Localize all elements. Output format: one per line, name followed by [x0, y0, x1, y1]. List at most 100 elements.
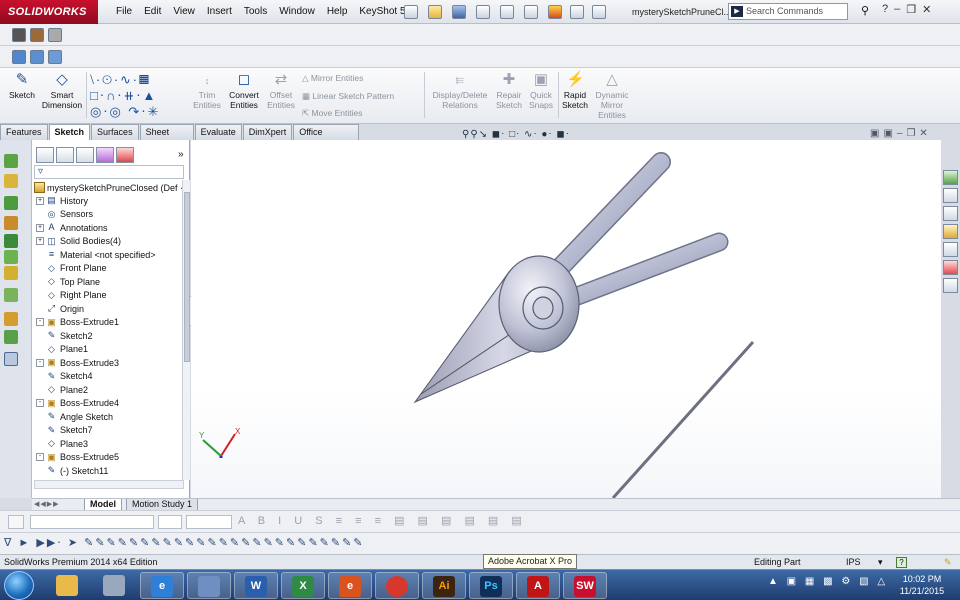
folder-icon[interactable] [943, 224, 958, 239]
tab-dimxpert[interactable]: DimXpert [242, 124, 293, 140]
menu-file[interactable]: File [110, 0, 138, 24]
help-icon[interactable]: ? [882, 3, 888, 21]
tab-scroll-arrows[interactable]: ◀◀▶▶ [34, 500, 60, 508]
units-dropdown[interactable]: IPS [846, 555, 861, 569]
graphics-area[interactable]: X Y ⚲⚲↘ ◼⋅ □⋅ ∿⋅ ●⋅ ◼⋅ [191, 129, 941, 500]
render-icon[interactable] [30, 28, 44, 42]
instant3d-icon[interactable] [4, 352, 18, 366]
tree-item[interactable]: + ◫ Solid Bodies(4) [36, 235, 121, 249]
points-input[interactable] [186, 515, 232, 529]
fillet-icon[interactable] [4, 250, 18, 264]
propertymanager-tab[interactable] [56, 147, 74, 163]
menu-keyshot[interactable]: KeyShot 5 [353, 0, 411, 24]
format-icon[interactable] [8, 515, 24, 529]
pattern-icon[interactable] [4, 288, 18, 302]
expand-toggle-icon[interactable]: - [36, 453, 44, 462]
tab-evaluate[interactable]: Evaluate [194, 124, 242, 140]
tree-item[interactable]: + A Annotations [36, 221, 108, 235]
tree-horizontal-scrollbar[interactable] [34, 480, 184, 489]
viewport-controls[interactable]: ▣▣–❐✕ [870, 128, 932, 139]
display-manager-tab[interactable] [116, 147, 134, 163]
tab-surfaces[interactable]: Surfaces [91, 124, 139, 140]
draw-tools[interactable]: ⧵⋅⊙⋅∿⋅▦ □⋅∩⋅⧺⋅▲ ◎⋅◎ ↷⋅✳ [90, 72, 160, 120]
close-icon[interactable]: ✕ [922, 3, 931, 21]
taskbar-pen[interactable] [187, 572, 231, 599]
expand-toggle-icon[interactable]: - [36, 318, 44, 327]
taskbar-ie[interactable]: e [140, 572, 184, 599]
smart-dimension-button[interactable]: ◇ Smart Dimension [40, 72, 84, 111]
tree-item[interactable]: + ▤ History [36, 194, 88, 208]
tree-item[interactable]: ◎ Sensors [36, 208, 93, 222]
tree-item[interactable]: ◇ Plane2 [36, 383, 88, 397]
save-icon[interactable] [452, 5, 466, 19]
select-icon[interactable] [524, 5, 538, 19]
print-icon[interactable] [476, 5, 490, 19]
size-dropdown[interactable] [158, 515, 182, 529]
expand-toggle-icon[interactable]: - [36, 358, 44, 367]
menu-window[interactable]: Window [273, 0, 321, 24]
tree-item[interactable]: ◇ Right Plane [36, 289, 107, 303]
tree-item[interactable]: - ▣ Boss-Extrude4 [36, 397, 119, 411]
menu-help[interactable]: Help [321, 0, 354, 24]
tab-sheet-metal[interactable]: Sheet Metal [139, 124, 194, 151]
custom-properties-icon[interactable] [943, 278, 958, 293]
sweep-icon[interactable] [4, 216, 18, 230]
tree-item[interactable]: - ▣ Boss-Extrude5 [36, 451, 119, 465]
tree-item[interactable]: ✎ (-) Sketch11 [36, 464, 109, 478]
model-hub[interactable] [498, 255, 580, 353]
clock[interactable]: 10:02 PM 11/21/2015 [890, 573, 954, 597]
tree-item[interactable]: ◇ Top Plane [36, 275, 100, 289]
curves-icon[interactable] [4, 330, 18, 344]
font-dropdown[interactable] [30, 515, 154, 529]
search-input[interactable]: ▶ Search Commands [728, 3, 848, 20]
trim-entities-button[interactable]: ⨾ Trim Entities [190, 72, 224, 111]
animation-icon[interactable] [48, 28, 62, 42]
sketch-button[interactable]: ✎ Sketch [6, 72, 38, 101]
tab-features[interactable]: Features [0, 124, 48, 140]
tab-office-products[interactable]: Office Products [293, 124, 359, 151]
tree-item[interactable]: - ▣ Boss-Extrude3 [36, 356, 119, 370]
restore-icon[interactable]: ❐ [906, 3, 916, 21]
loft-icon[interactable] [4, 234, 18, 248]
expand-toggle-icon[interactable]: + [36, 237, 44, 246]
design-library-icon[interactable] [943, 188, 958, 203]
tree-item[interactable]: ✎ Sketch2 [36, 329, 93, 343]
camera-icon[interactable] [12, 28, 26, 42]
tree-item[interactable]: ◇ Plane3 [36, 437, 88, 451]
expand-chevron-icon[interactable]: » [178, 149, 184, 160]
file-explorer-icon[interactable] [943, 206, 958, 221]
tree-item[interactable]: ⤢ Origin [36, 302, 84, 316]
tree-item[interactable]: ◇ Plane1 [36, 343, 88, 357]
reference-icon[interactable] [4, 312, 18, 326]
revolve-icon[interactable] [4, 196, 18, 210]
open-folder-icon[interactable] [428, 5, 442, 19]
heads-up-view-toolbar[interactable]: ⚲⚲↘ ◼⋅ □⋅ ∿⋅ ●⋅ ◼⋅ [462, 129, 570, 143]
tab-sketch[interactable]: Sketch [48, 124, 91, 140]
repair-sketch-button[interactable]: ✚ Repair Sketch [494, 72, 524, 111]
menu-tools[interactable]: Tools [238, 0, 273, 24]
scroll-thumb[interactable] [184, 192, 190, 362]
tree-item[interactable]: ≡ Material <not specified> [36, 248, 156, 262]
slot-polygon-icon[interactable]: ◎⋅◎ ↷⋅✳ [90, 104, 160, 120]
taskbar-acrobat[interactable]: A [516, 572, 560, 599]
expand-toggle-icon[interactable]: - [36, 399, 44, 408]
convert-entities-button[interactable]: ◻ Convert Entities [226, 72, 262, 111]
tree-item[interactable]: - ▣ Boss-Extrude1 [36, 316, 119, 330]
dimxpert-tab[interactable] [96, 147, 114, 163]
taskbar-excel[interactable]: X [281, 572, 325, 599]
expand-toggle-icon[interactable]: + [36, 196, 44, 205]
view-palette-icon[interactable] [943, 242, 958, 257]
taskbar-solidworks[interactable]: SW [563, 572, 607, 599]
tree-filter[interactable]: ▿ [34, 165, 184, 179]
help-icon[interactable]: ? [896, 557, 907, 568]
configurationmanager-tab[interactable] [76, 147, 94, 163]
options-icon[interactable] [592, 5, 606, 19]
triad-icon[interactable]: X Y [199, 427, 241, 458]
taskbar-word[interactable]: W [234, 572, 278, 599]
menu-edit[interactable]: Edit [138, 0, 167, 24]
view-icon[interactable] [12, 50, 26, 64]
feature-icon[interactable] [4, 154, 18, 168]
offset-entities-button[interactable]: ⇄ Offset Entities [264, 72, 298, 111]
solidworks-logo[interactable]: SOLIDWORKS [0, 0, 98, 24]
expand-toggle-icon[interactable]: + [36, 223, 44, 232]
